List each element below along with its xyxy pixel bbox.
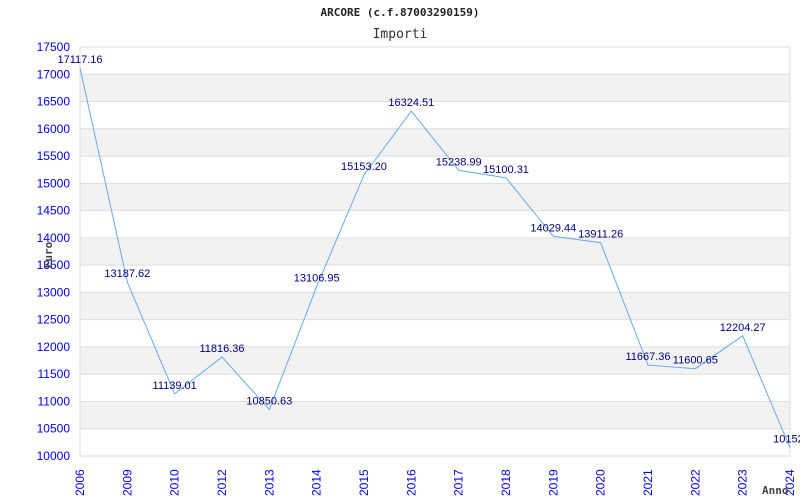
x-tick-label: 2016 xyxy=(404,469,418,496)
y-tick-label: 14500 xyxy=(37,204,71,218)
grid-band xyxy=(80,74,790,102)
x-tick-label: 2009 xyxy=(120,469,134,496)
y-tick-label: 17000 xyxy=(37,67,71,81)
x-tick-label: 2020 xyxy=(594,469,608,496)
x-tick-label: 2013 xyxy=(262,469,276,496)
x-tick-label: 2017 xyxy=(452,469,466,496)
x-tick-label: 2019 xyxy=(546,469,560,496)
y-tick-label: 12000 xyxy=(37,340,71,354)
grid-band xyxy=(80,292,790,320)
chart-subtitle: Importi xyxy=(373,27,428,42)
y-tick-label: 16000 xyxy=(37,122,71,136)
y-tick-label: 15000 xyxy=(37,176,71,190)
chart-title: ARCORE (c.f.87003290159) xyxy=(321,6,480,19)
y-tick-label: 15500 xyxy=(37,149,71,163)
data-label: 15153.20 xyxy=(341,161,387,173)
y-tick-label: 17500 xyxy=(37,40,71,54)
y-tick-label: 13000 xyxy=(37,285,71,299)
data-label: 11139.01 xyxy=(153,380,197,392)
data-label: 11816.36 xyxy=(199,343,244,355)
y-tick-label: 16500 xyxy=(37,95,71,109)
x-axis-label: Anno xyxy=(762,484,789,497)
x-tick-label: 2006 xyxy=(73,469,87,496)
x-tick-label: 2012 xyxy=(215,469,229,496)
y-axis-label: Euro xyxy=(42,241,55,268)
data-label: 11667.36 xyxy=(625,351,670,363)
y-tick-label: 11500 xyxy=(38,367,71,381)
data-label: 13911.26 xyxy=(578,229,623,241)
x-tick-label: 2014 xyxy=(310,469,324,496)
x-tick-label: 2018 xyxy=(499,469,513,496)
data-label: 13187.62 xyxy=(104,268,150,280)
x-tick-label: 2021 xyxy=(641,469,655,496)
x-tick-label: 2015 xyxy=(357,469,371,496)
y-tick-label: 11000 xyxy=(38,394,71,408)
data-label: 16324.51 xyxy=(388,97,434,109)
data-label: 14029.44 xyxy=(530,222,576,234)
x-tick-label: 2010 xyxy=(168,469,182,496)
data-label: 12204.27 xyxy=(720,322,766,334)
data-label: 10152. xyxy=(773,434,800,446)
data-label: 11600.65 xyxy=(673,355,718,367)
data-label: 17117.16 xyxy=(57,54,102,66)
x-tick-label: 2022 xyxy=(688,469,702,496)
y-tick-label: 10500 xyxy=(37,422,71,436)
x-tick-label: 2023 xyxy=(736,469,750,496)
data-label: 10850.63 xyxy=(246,396,292,408)
line-chart: ARCORE (c.f.87003290159) Importi 10000 10… xyxy=(37,6,800,497)
grid-band xyxy=(80,237,790,266)
y-tick-label: 12500 xyxy=(37,313,71,327)
grid-band xyxy=(80,183,790,211)
grid-band xyxy=(80,128,790,157)
data-label: 13106.95 xyxy=(294,273,340,285)
grid-band xyxy=(80,401,790,429)
data-label: 15238.99 xyxy=(436,156,482,168)
chart: ARCORE (c.f.87003290159) Importi 10000 10… xyxy=(0,0,800,500)
y-tick-label: 10000 xyxy=(37,449,71,463)
data-label: 15100.31 xyxy=(483,164,529,176)
